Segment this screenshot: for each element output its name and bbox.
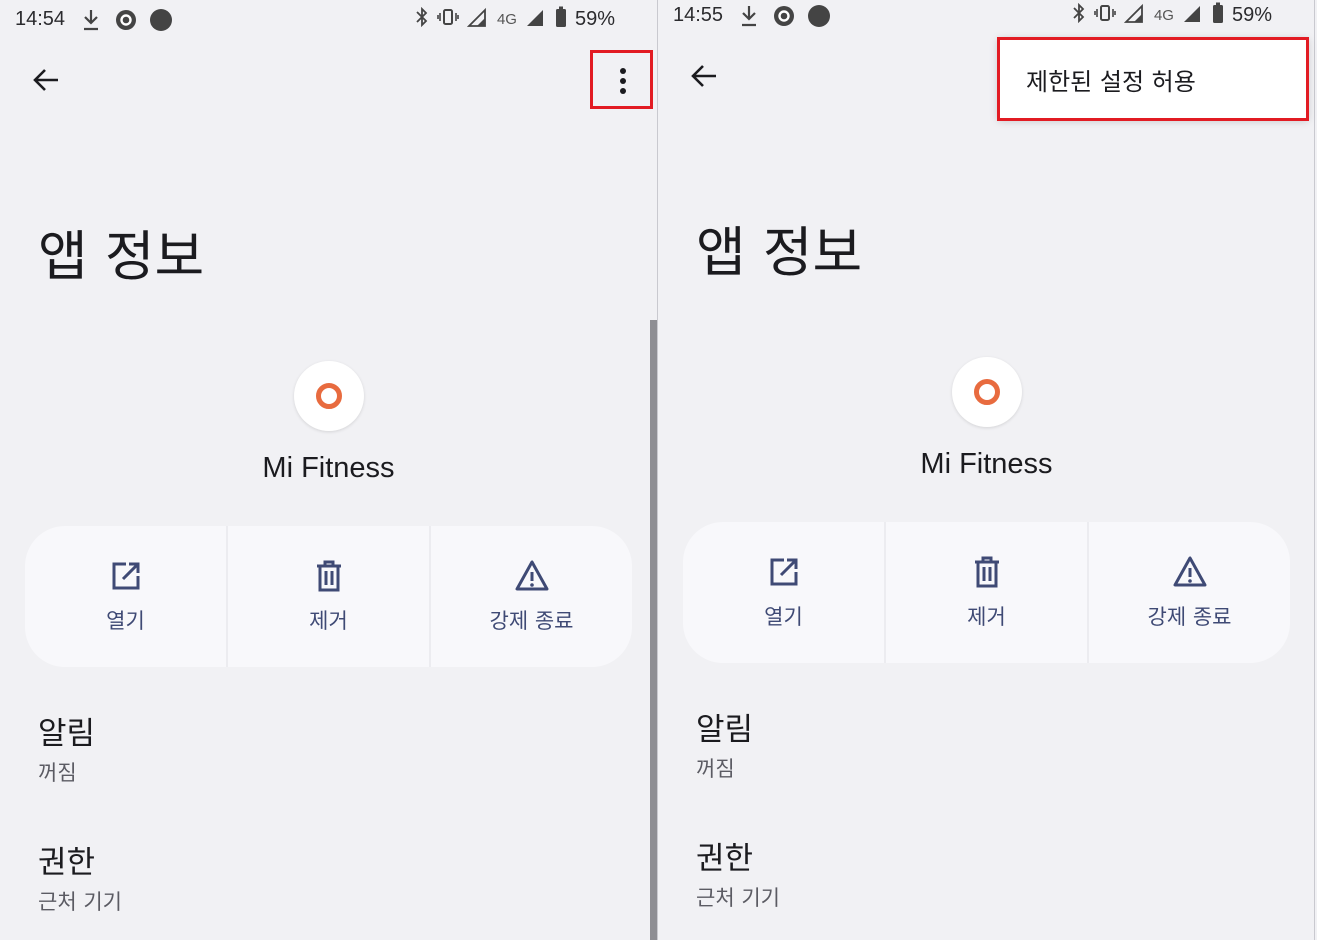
setting-title: 권한 [38,845,96,881]
battery-percent: 59% [1231,4,1272,26]
battery-icon [1212,2,1224,29]
setting-subtitle: 꺼짐 [38,761,77,785]
bluetooth-icon [1072,2,1086,28]
dot-icon [807,4,831,32]
uninstall-button[interactable]: 제거 [884,522,1087,663]
status-bar: 14:54 4G 59% [0,0,657,40]
dot-icon [149,8,173,36]
force-stop-button[interactable]: 강제 종료 [1087,522,1290,663]
status-time: 14:54 [15,8,66,30]
back-arrow-icon[interactable] [30,64,62,96]
download-icon [740,4,758,32]
highlight-box [997,37,1309,121]
force-stop-label: 강제 종료 [489,608,574,633]
action-bar: 열기 제거 강제 종료 [25,526,632,667]
status-icons: 4G 59% [415,6,615,33]
back-arrow-icon[interactable] [688,60,720,92]
trash-icon [316,560,341,591]
app-icon [294,361,364,431]
warning-icon [515,560,548,590]
scrollbar[interactable] [650,320,657,940]
open-button[interactable]: 열기 [683,522,884,663]
open-button[interactable]: 열기 [25,526,226,667]
force-stop-button[interactable]: 강제 종료 [429,526,632,667]
left-screenshot: 14:54 4G 59% 앱 정보 Mi Fitness 열기 제거 강제 종료… [0,0,657,940]
setting-title: 알림 [696,712,754,748]
open-label: 열기 [764,604,803,629]
uninstall-label: 제거 [309,608,348,633]
warning-icon [1173,556,1206,586]
trash-icon [974,556,999,587]
network-type: 4G [496,11,517,28]
uninstall-button[interactable]: 제거 [226,526,429,667]
vibrate-icon [437,8,459,31]
status-bar: 14:55 4G 59% [658,0,1314,36]
record-icon [772,4,796,32]
setting-notifications[interactable]: 알림 꺼짐 [38,708,95,787]
force-stop-label: 강제 종료 [1147,604,1232,629]
page-title: 앱 정보 [38,225,205,288]
battery-icon [555,6,567,33]
app-name: Mi Fitness [262,452,395,484]
open-label: 열기 [106,608,145,633]
setting-notifications[interactable]: 알림 꺼짐 [696,704,753,783]
signal-icon [466,7,489,32]
record-icon [114,8,138,36]
open-in-new-icon [112,562,139,589]
network-type: 4G [1153,7,1174,24]
setting-subtitle: 근처 기기 [38,890,122,914]
download-icon [82,8,100,36]
setting-title: 알림 [38,716,96,752]
setting-permissions[interactable]: 권한 근처 기기 [696,833,780,912]
open-in-new-icon [770,558,797,585]
action-bar: 열기 제거 강제 종료 [683,522,1290,663]
battery-percent: 59% [574,8,615,30]
status-icons: 4G 59% [1072,2,1272,29]
right-screenshot: 14:55 4G 59% 앱 정보 Mi Fitness 열기 제거 강제 종료… [658,0,1314,940]
uninstall-label: 제거 [967,604,1006,629]
highlight-box [590,50,653,109]
signal-icon-2 [525,7,547,32]
setting-permissions[interactable]: 권한 근처 기기 [38,837,122,916]
signal-icon-2 [1182,3,1204,28]
signal-icon [1123,3,1146,28]
page-title: 앱 정보 [696,221,863,284]
bluetooth-icon [415,6,429,32]
setting-subtitle: 근처 기기 [696,886,780,910]
status-time: 14:55 [673,4,724,26]
app-icon [952,357,1022,427]
setting-title: 권한 [696,841,754,877]
vibrate-icon [1094,4,1116,27]
app-name: Mi Fitness [920,448,1053,480]
setting-subtitle: 꺼짐 [696,757,735,781]
